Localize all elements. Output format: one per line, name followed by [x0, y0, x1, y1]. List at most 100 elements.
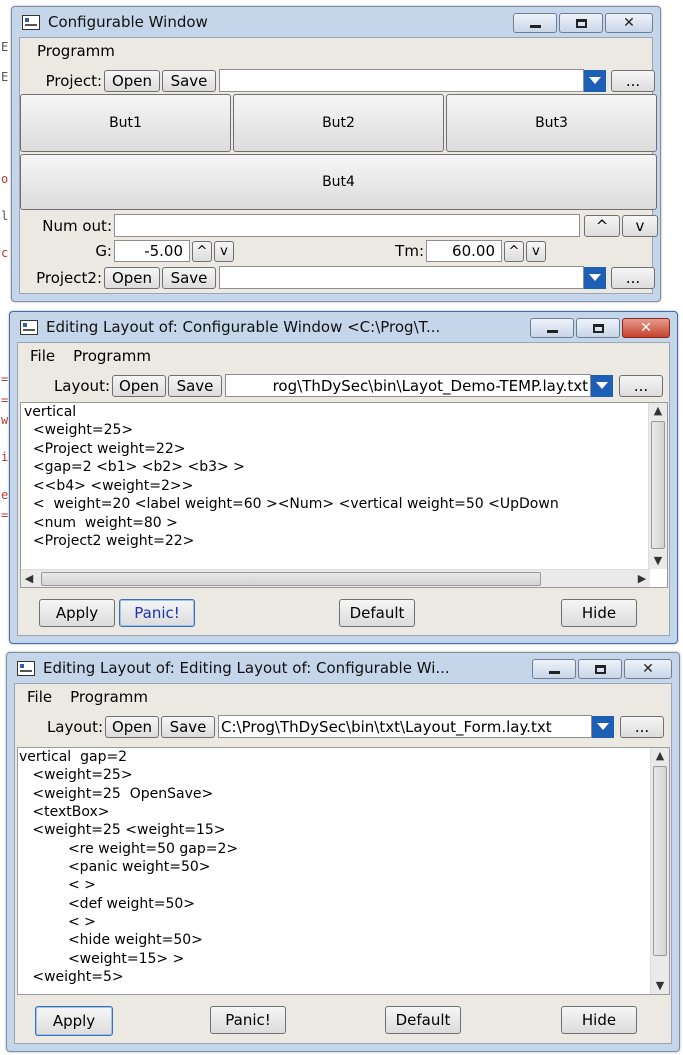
layout-text-editor[interactable]: vertical gap=2 <weight=25> <weight=25 Op… [17, 747, 670, 995]
code-line: <num weight=80 > [24, 515, 178, 531]
num-out-row: Num out: ^ v [24, 213, 660, 238]
minimize-button[interactable] [513, 13, 557, 33]
editing-layout-window: Editing Layout of: Configurable Window <… [9, 311, 678, 644]
layout-path-field[interactable]: C:\Prog\ThDySec\bin\txt\Layout_Form.lay.… [218, 715, 592, 738]
layout-browse-button[interactable]: ... [620, 715, 664, 738]
menu-programm[interactable]: Programm [70, 688, 148, 706]
default-button[interactable]: Default [339, 599, 415, 627]
code-line: vertical gap=2 [19, 749, 128, 765]
scroll-left-arrow-icon[interactable]: ◀ [21, 571, 37, 587]
layout-save-button[interactable]: Save [161, 715, 215, 738]
menu-bar: File Programm [15, 684, 671, 710]
layout-save-button[interactable]: Save [168, 374, 222, 397]
vertical-scrollbar[interactable]: ▲ ▼ [650, 748, 669, 994]
bg-mark: w [1, 413, 9, 427]
horizontal-scrollbar[interactable]: ◀ ▶ [21, 569, 650, 587]
project-path-field[interactable] [219, 69, 584, 92]
layout-dropdown-button[interactable] [591, 374, 613, 397]
g-up-button[interactable]: ^ [192, 240, 212, 262]
layout-open-button[interactable]: Open [112, 374, 166, 397]
maximize-button[interactable] [578, 659, 622, 679]
project2-path-field[interactable] [219, 266, 584, 289]
menu-bar: File Programm [18, 343, 669, 369]
layout-row: Layout: Open Save rog\ThDySec\bin\Layot_… [22, 373, 667, 398]
num-up-button[interactable]: ^ [584, 214, 620, 237]
apply-button[interactable]: Apply [39, 599, 115, 627]
bg-mark: i [1, 450, 9, 464]
num-out-label: Num out: [42, 216, 112, 235]
scroll-thumb[interactable] [653, 766, 667, 956]
app-icon [20, 319, 38, 335]
project-dropdown-button[interactable] [584, 69, 606, 92]
maximize-icon [595, 665, 606, 674]
g-down-button[interactable]: v [214, 240, 234, 262]
menu-programm[interactable]: Programm [37, 42, 115, 60]
vertical-scrollbar[interactable]: ▲ ▼ [648, 403, 667, 569]
hide-button[interactable]: Hide [561, 599, 637, 627]
scroll-down-arrow-icon[interactable]: ▼ [651, 978, 669, 994]
code-line: <Project weight=22> [24, 441, 186, 457]
layout-dropdown-button[interactable] [592, 715, 614, 738]
code-line: <<b4> <weight=2>> [24, 478, 194, 494]
bg-mark: c [1, 246, 9, 260]
but1-button[interactable]: But1 [20, 94, 231, 152]
code-line: < > [19, 914, 96, 930]
project-save-button[interactable]: Save [162, 69, 216, 92]
project-browse-button[interactable]: ... [611, 69, 655, 92]
bg-mark: l [1, 209, 9, 223]
minimize-button[interactable] [532, 659, 576, 679]
but3-button[interactable]: But3 [446, 94, 657, 152]
project2-browse-button[interactable]: ... [611, 266, 655, 289]
close-button[interactable]: ✕ [622, 318, 670, 338]
but4-button[interactable]: But4 [20, 154, 657, 210]
num-down-button[interactable]: v [622, 214, 658, 237]
project2-open-button[interactable]: Open [104, 266, 160, 289]
maximize-button[interactable] [559, 13, 603, 33]
maximize-button[interactable] [576, 318, 620, 338]
maximize-icon [576, 19, 587, 28]
project-row: Project: Open Save ... [24, 68, 660, 93]
close-icon: ✕ [623, 15, 635, 31]
minimize-button[interactable] [530, 318, 574, 338]
scroll-up-arrow-icon[interactable]: ▲ [651, 748, 669, 764]
layout-browse-button[interactable]: ... [619, 374, 663, 397]
hide-button[interactable]: Hide [561, 1006, 637, 1034]
editing-layout-window-2: Editing Layout of: Editing Layout of: Co… [6, 652, 680, 1052]
menu-programm[interactable]: Programm [73, 347, 151, 365]
menu-file[interactable]: File [27, 688, 52, 706]
layout-row: Layout: Open Save C:\Prog\ThDySec\bin\tx… [17, 714, 667, 739]
layout-path-field[interactable]: rog\ThDySec\bin\Layot_Demo-TEMP.lay.txt [225, 374, 591, 397]
num-out-field[interactable] [114, 214, 580, 237]
panic-button[interactable]: Panic! [119, 599, 195, 627]
code-line: < > [19, 877, 96, 893]
scroll-thumb[interactable] [651, 421, 665, 549]
project-open-button[interactable]: Open [104, 69, 160, 92]
layout-text-editor[interactable]: vertical <weight=25> <Project weight=22>… [20, 402, 668, 588]
scroll-right-arrow-icon[interactable]: ▶ [634, 571, 650, 587]
window-title: Editing Layout of: Configurable Window <… [46, 318, 441, 336]
chevron-down-icon [596, 382, 608, 389]
menu-file[interactable]: File [30, 347, 55, 365]
scroll-down-arrow-icon[interactable]: ▼ [649, 553, 667, 569]
close-button[interactable]: ✕ [605, 13, 653, 33]
project2-dropdown-button[interactable] [584, 266, 606, 289]
window-client: File Programm Layout: Open Save rog\ThDy… [17, 342, 670, 636]
scroll-up-arrow-icon[interactable]: ▲ [649, 403, 667, 419]
close-button[interactable]: ✕ [624, 659, 672, 679]
tm-up-button[interactable]: ^ [504, 240, 524, 262]
layout-open-button[interactable]: Open [105, 715, 159, 738]
but2-button[interactable]: But2 [233, 94, 444, 152]
tm-down-button[interactable]: v [526, 240, 546, 262]
project2-save-button[interactable]: Save [162, 266, 216, 289]
tm-value-field[interactable]: 60.00 [426, 240, 502, 262]
close-icon: ✕ [640, 320, 652, 336]
minimize-icon [530, 25, 541, 28]
scroll-thumb[interactable] [41, 572, 541, 586]
g-value-field[interactable]: -5.00 [114, 240, 190, 262]
panic-button[interactable]: Panic! [210, 1006, 286, 1034]
window-title: Configurable Window [48, 13, 208, 31]
window-controls: ✕ [532, 659, 672, 679]
default-button[interactable]: Default [385, 1006, 461, 1034]
code-line: <panic weight=50> [19, 859, 211, 875]
apply-button[interactable]: Apply [35, 1006, 113, 1036]
